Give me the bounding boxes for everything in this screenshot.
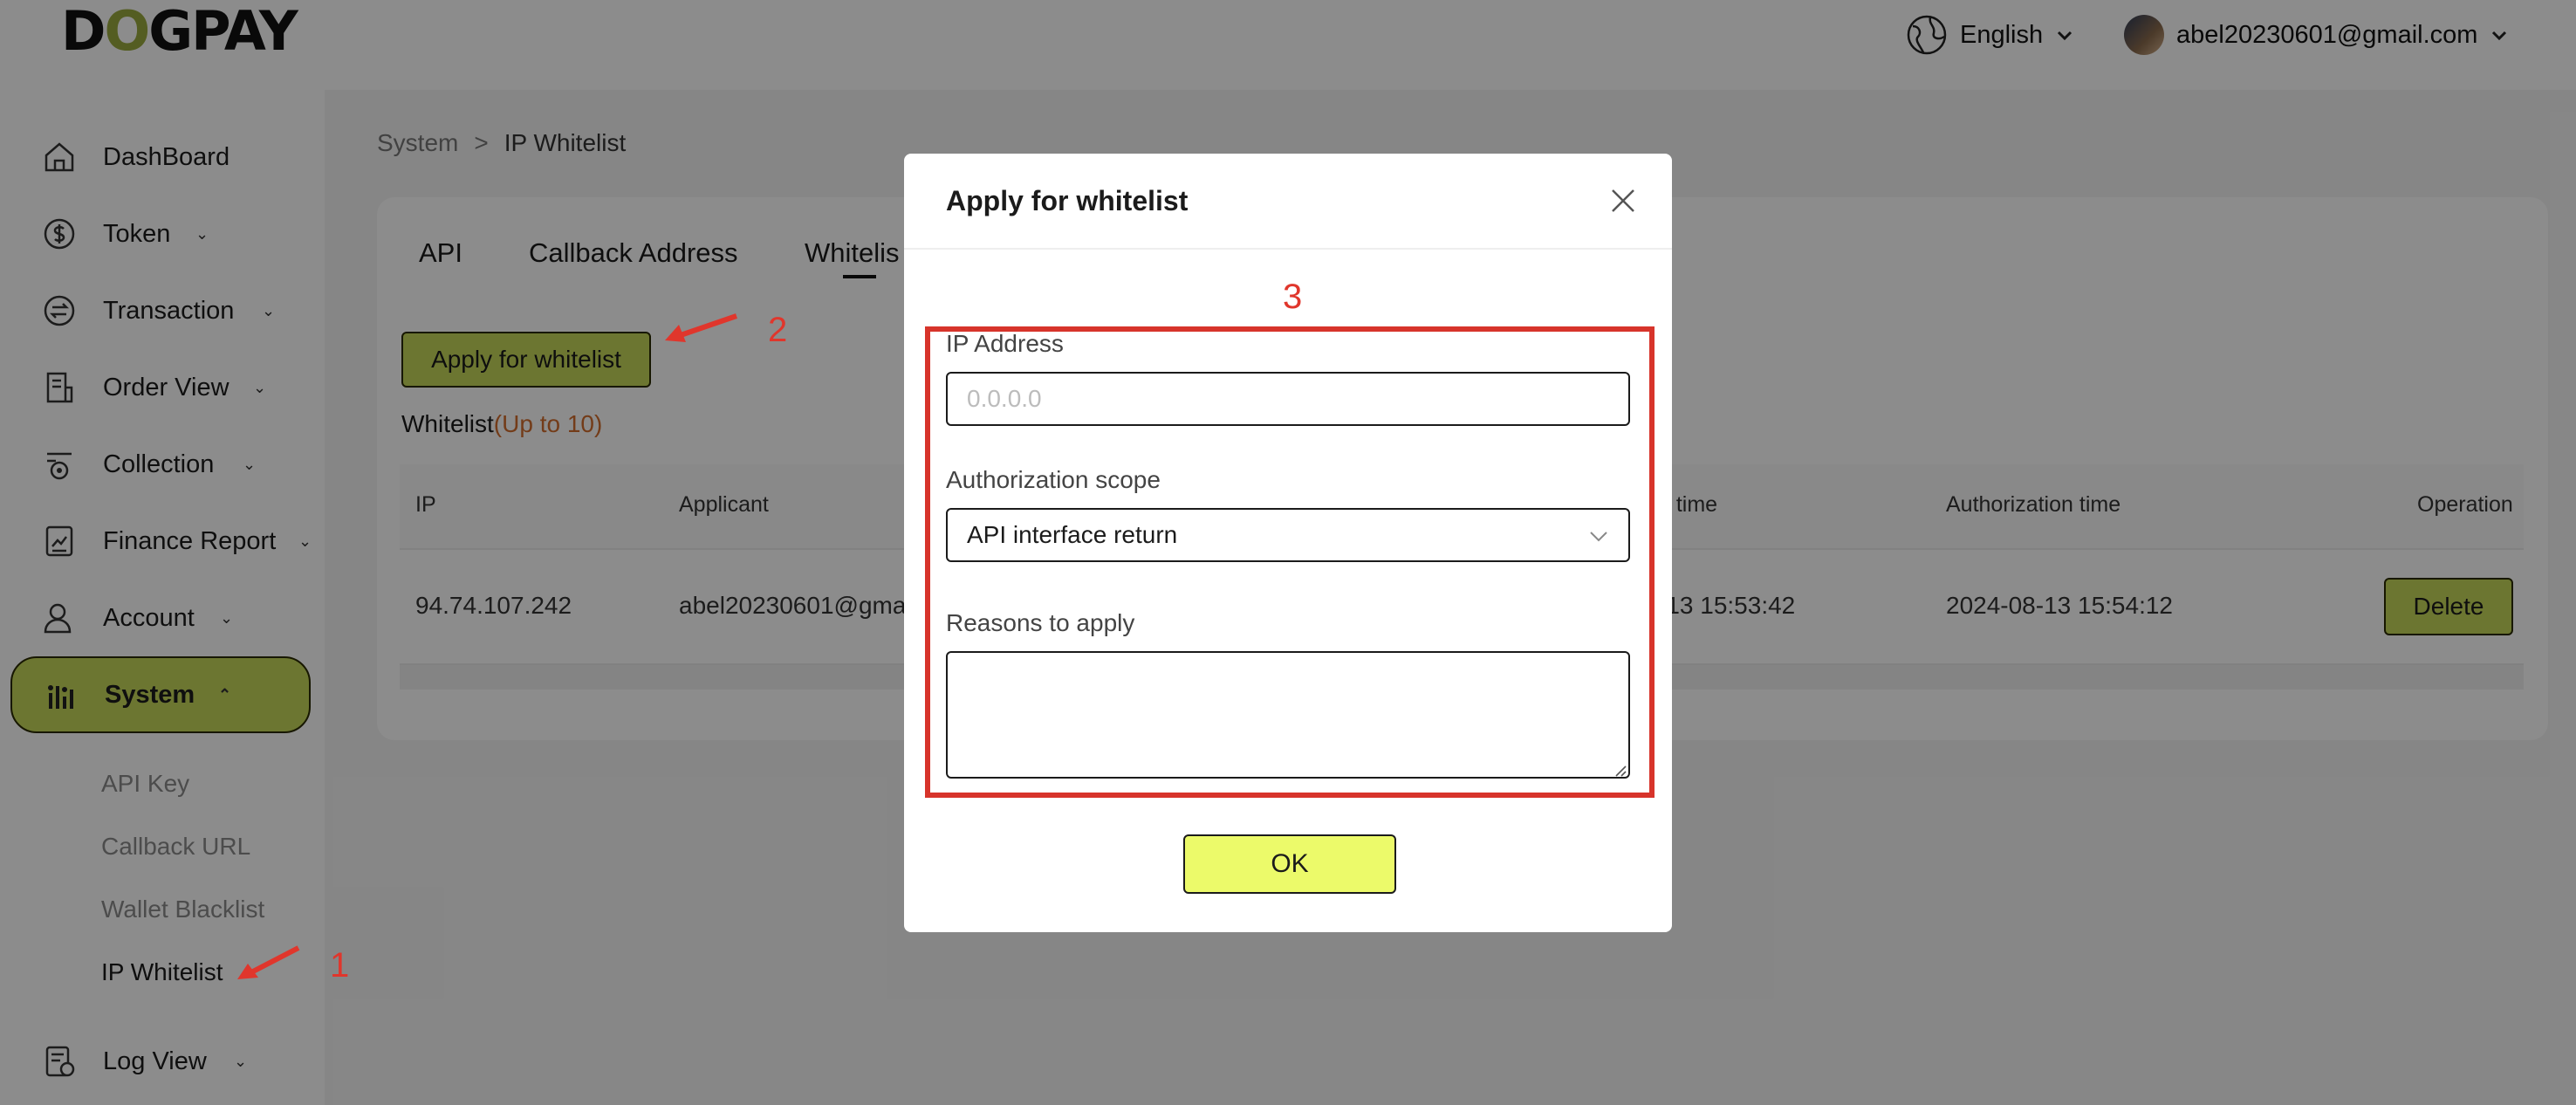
resize-handle-icon[interactable] (1613, 763, 1627, 777)
page: D O GPAY English abel20230601@gmail.com Da… (0, 0, 2576, 1105)
close-icon[interactable] (1607, 185, 1639, 216)
apply-whitelist-modal: Apply for whitelist 3 IP Address Authori… (904, 154, 1672, 932)
ip-address-label: IP Address (946, 330, 1064, 357)
annotation-arrow-1 (237, 945, 300, 979)
modal-title: Apply for whitelist (946, 185, 1189, 216)
annotation-number-2: 2 (768, 311, 788, 349)
reasons-label: Reasons to apply (946, 609, 1135, 636)
modal-divider (904, 248, 1672, 250)
annotation-number-3: 3 (1283, 278, 1303, 316)
chevron-down-icon (1590, 532, 1607, 542)
authorization-scope-value: API interface return (967, 521, 1178, 548)
authorization-scope-select[interactable]: API interface return (946, 508, 1630, 562)
reasons-textarea[interactable] (946, 651, 1630, 779)
authorization-scope-label: Authorization scope (946, 466, 1161, 493)
ok-button[interactable]: OK (1183, 834, 1396, 894)
annotation-number-1: 1 (330, 946, 350, 985)
annotation-arrow-2 (665, 313, 737, 342)
ip-address-input[interactable] (946, 372, 1630, 426)
